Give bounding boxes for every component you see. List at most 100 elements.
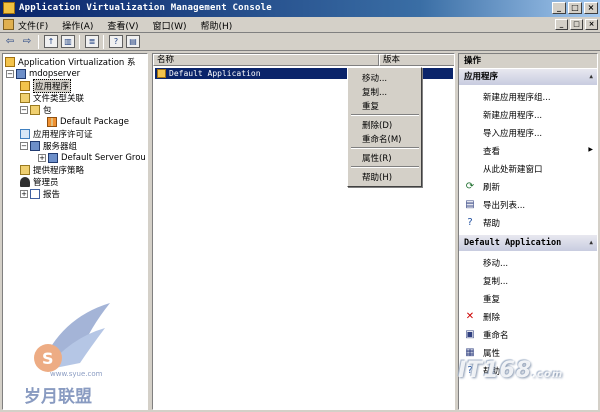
file-association-icon [20,93,30,103]
action-move[interactable]: 移动... [483,257,508,269]
refresh-icon: ⟳ [465,181,475,192]
menu-help[interactable]: 帮助(H) [201,19,233,32]
menu-action[interactable]: 操作(A) [62,19,93,32]
back-icon[interactable]: ⇦ [3,35,17,48]
actions-pane: 操作 应用程序 ▲ 新建应用程序组... 新建应用程序... 导入应用程序...… [458,53,598,410]
navigation-tree[interactable]: Application Virtualization 系 − mdopserve… [2,53,148,410]
action-rename[interactable]: 重命名 [483,329,509,341]
tree-item-provider-policies[interactable]: 提供程序策略 [20,164,84,176]
export-list-icon: ▤ [465,199,475,210]
context-help[interactable]: 帮助(H) [362,171,392,183]
collapse-icon[interactable]: − [20,106,28,114]
help-icon[interactable]: ? [109,35,123,48]
up-level-icon[interactable]: ↑ [44,35,58,48]
app-icon [3,2,15,14]
actions-section-applications[interactable]: 应用程序 ▲ [459,69,597,85]
toolbar-separator [38,35,39,49]
collapse-section-icon[interactable]: ▲ [589,235,593,251]
action-help[interactable]: 帮助 [483,217,500,229]
menu-separator [351,166,419,168]
child-minimize-button[interactable]: _ [555,19,568,30]
child-close-button[interactable]: × [585,19,598,30]
server-group-icon [48,153,58,163]
server-icon [16,69,26,79]
collapse-icon[interactable]: − [6,70,14,78]
maximize-button[interactable]: □ [568,2,582,14]
action-duplicate[interactable]: 重复 [483,293,500,305]
tree-item-file-type-associations[interactable]: 文件类型关联 [20,92,84,104]
menu-bar: 文件(F) 操作(A) 查看(V) 窗口(W) 帮助(H) _ □ × [0,17,600,33]
console-icon[interactable] [3,19,14,30]
toolbar-separator [79,35,80,49]
expand-icon[interactable]: + [38,154,46,162]
collapse-icon[interactable]: − [20,142,28,150]
window-title: Application Virtualization Management Co… [19,3,272,13]
show-hide-tree-icon[interactable]: ▥ [61,35,75,48]
tree-item-applications[interactable]: 应用程序 [20,79,72,93]
menu-file[interactable]: 文件(F) [18,19,48,32]
action-new-app[interactable]: 新建应用程序... [483,109,542,121]
expand-icon[interactable]: + [20,190,28,198]
minimize-button[interactable]: _ [552,2,566,14]
rename-icon: ▣ [465,329,475,340]
context-properties[interactable]: 属性(R) [362,152,392,164]
application-icon [157,69,166,78]
action-new-app-group[interactable]: 新建应用程序组... [483,91,551,103]
action-delete[interactable]: 删除 [483,311,500,323]
tree-item-default-server-group[interactable]: + Default Server Grou [38,152,146,164]
export-list-icon[interactable]: ≣ [85,35,99,48]
collapse-section-icon[interactable]: ▲ [589,69,593,85]
policy-icon [20,165,30,175]
action-copy[interactable]: 复制... [483,275,508,287]
list-item-name: Default Application [169,69,261,78]
show-hide-action-pane-icon[interactable]: ▤ [126,35,140,48]
action-import-app[interactable]: 导入应用程序... [483,127,542,139]
tree-item-default-package[interactable]: Default Package [47,116,129,128]
column-header-version[interactable]: 版本 [379,54,454,66]
server-group-icon [30,141,40,151]
watermark-it168: IT168.com [458,358,564,383]
child-restore-button[interactable]: □ [570,19,583,30]
context-copy[interactable]: 复制... [362,86,387,98]
toolbar: ⇦ ⇨ ↑ ▥ ≣ ? ▤ [0,33,600,51]
context-duplicate[interactable]: 重复 [362,100,379,112]
console-root-icon [5,57,15,67]
child-window-controls: _ □ × [555,19,598,30]
delete-icon: ✕ [465,311,475,322]
context-move[interactable]: 移动... [362,72,387,84]
properties-icon: ▦ [465,347,475,358]
report-icon [30,189,40,199]
menu-window[interactable]: 窗口(W) [153,19,187,32]
applications-icon [20,81,30,91]
package-folder-icon [30,105,40,115]
package-icon [47,117,57,127]
menu-view[interactable]: 查看(V) [107,19,138,32]
menu-separator [351,114,419,116]
forward-icon[interactable]: ⇨ [20,35,34,48]
context-rename[interactable]: 重命名(M) [362,133,401,145]
tree-root[interactable]: Application Virtualization 系 [5,56,136,68]
tree-item-reports[interactable]: + 报告 [20,188,60,200]
actions-header: 操作 [459,54,597,68]
submenu-arrow-icon: ▶ [588,146,593,153]
tree-item-licenses[interactable]: 应用程序许可证 [20,128,93,140]
title-bar: Application Virtualization Management Co… [0,0,600,17]
tree-item-administrators[interactable]: 管理员 [20,176,59,188]
actions-section-default-application[interactable]: Default Application ▲ [459,235,597,251]
window-controls: _ □ × [552,2,598,14]
menu-separator [351,147,419,149]
context-menu: 移动... 复制... 重复 删除(D) 重命名(M) 属性(R) 帮助(H) [347,67,422,187]
license-icon [20,129,30,139]
toolbar-separator [103,35,104,49]
tree-item-packages[interactable]: − 包 [20,104,52,116]
context-delete[interactable]: 删除(D) [362,119,392,131]
column-header-name[interactable]: 名称 [153,54,379,66]
help-icon: ? [467,217,473,228]
close-button[interactable]: × [584,2,598,14]
tree-item-server-groups[interactable]: − 服务器组 [20,140,77,152]
action-view[interactable]: 查看 [483,145,500,157]
administrators-icon [20,177,30,187]
action-new-window[interactable]: 从此处新建窗口 [483,163,543,175]
action-refresh[interactable]: 刷新 [483,181,500,193]
action-export-list[interactable]: 导出列表... [483,199,525,211]
